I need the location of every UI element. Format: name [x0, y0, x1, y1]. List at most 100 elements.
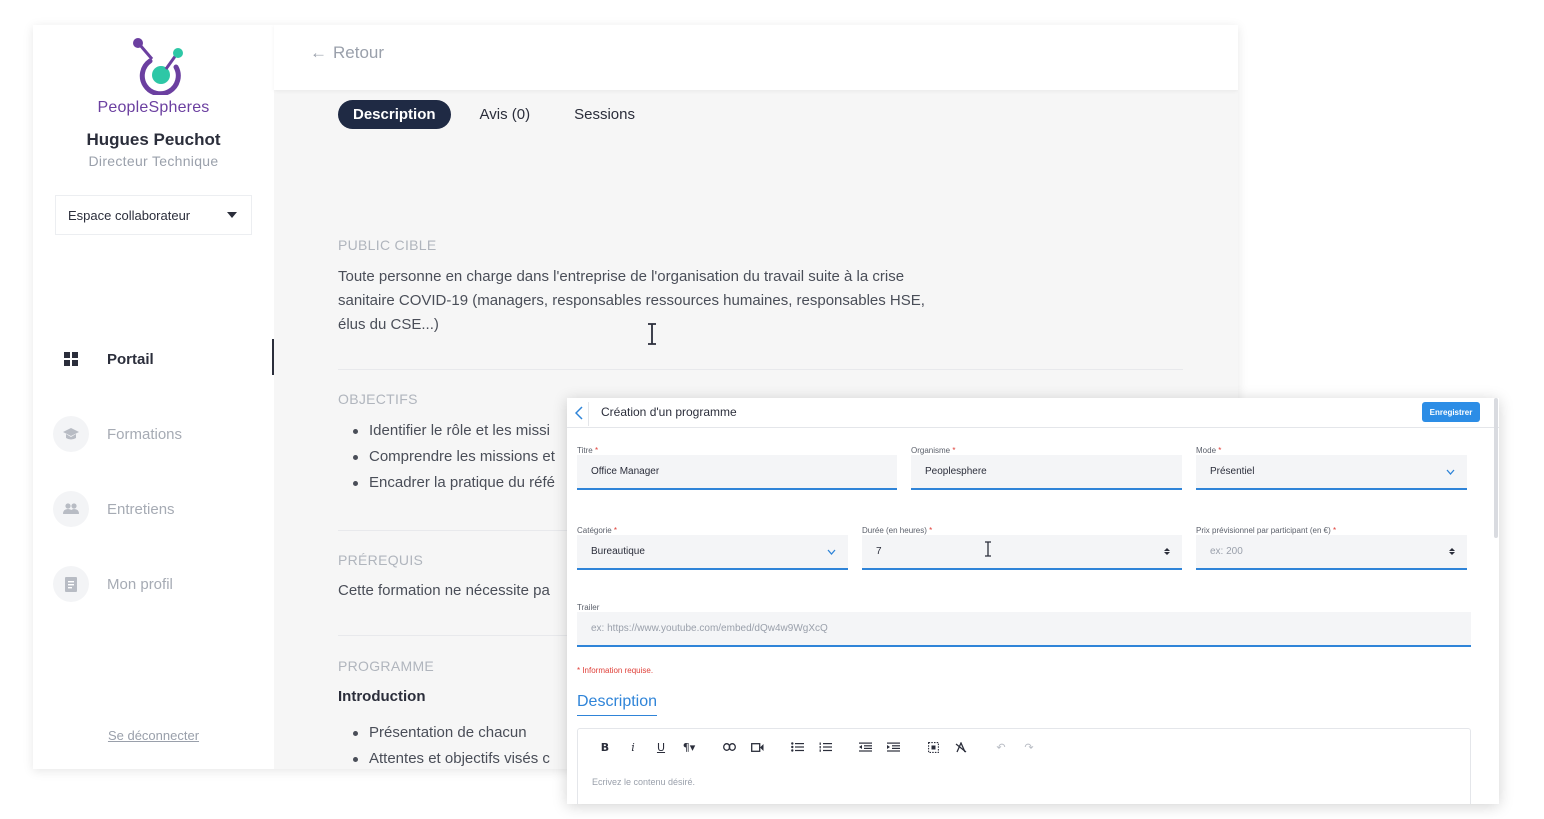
required-mark: * [613, 526, 618, 535]
titre-field[interactable]: Office Manager [577, 455, 897, 490]
user-role: Directeur Technique [88, 153, 219, 169]
dialog-header: Création d'un programme Enregistrer [567, 398, 1499, 428]
user-name: Hugues Peuchot [86, 130, 221, 149]
back-link-label: Retour [333, 43, 385, 62]
arrow-left-icon: ← [310, 43, 327, 62]
bold-icon[interactable]: B [594, 739, 616, 755]
indent-icon[interactable] [882, 739, 904, 755]
italic-icon[interactable]: i [622, 739, 644, 755]
required-mark: * [594, 446, 599, 455]
prerequis-text: Cette formation ne nécessite pa [338, 582, 550, 599]
list-item: Attentes et objectifs visés c [351, 746, 550, 769]
sidebar-item-portail[interactable]: Portail [53, 339, 274, 379]
prix-label: Prix prévisionnel par participant (en €)… [1196, 526, 1336, 535]
clear-format-icon[interactable] [950, 739, 972, 755]
chevron-left-icon[interactable] [571, 402, 587, 424]
paragraph-icon[interactable]: ¶▾ [678, 739, 700, 755]
undo-icon[interactable]: ↶ [990, 739, 1012, 755]
list-item: Présentation de chacun [351, 720, 550, 746]
mode-value: Présentiel [1210, 466, 1255, 477]
tab-description[interactable]: Description [338, 100, 451, 129]
chevron-down-icon [1446, 469, 1455, 475]
duree-stepper[interactable]: 7 [862, 535, 1182, 570]
public-cible-text: Toute personne en charge dans l'entrepri… [338, 265, 925, 337]
redo-icon[interactable]: ↷ [1018, 739, 1040, 755]
mode-select[interactable]: Présentiel [1196, 455, 1467, 490]
tab-avis[interactable]: Avis (0) [465, 100, 546, 129]
list-item: Identifier le rôle et les missi [351, 418, 555, 444]
label-text: Durée (en heures) [862, 526, 927, 535]
underline-icon[interactable]: U [650, 739, 672, 755]
sidebar-item-label: Mon profil [107, 575, 173, 593]
duree-label: Durée (en heures) * [862, 526, 932, 535]
bullet-list-icon[interactable] [786, 739, 808, 755]
categorie-select[interactable]: Bureautique [577, 535, 848, 570]
space-select-value: Espace collaborateur [68, 207, 191, 223]
rich-text-editor[interactable]: B i U ¶▾ ↶ ↷ Ecrivez le contenu désiré. [577, 728, 1471, 804]
chevron-down-icon [827, 549, 836, 555]
required-mark: * [1332, 526, 1337, 535]
required-mark: * [952, 446, 956, 455]
document-icon [53, 566, 89, 602]
sidebar-item-label: Portail [107, 350, 154, 368]
objectifs-list: Identifier le rôle et les missi Comprend… [351, 418, 555, 496]
duree-value: 7 [876, 546, 882, 557]
categorie-value: Bureautique [591, 546, 645, 557]
public-cible-line: élus du CSE...) [338, 316, 439, 333]
spinner-arrows-icon[interactable] [1449, 548, 1455, 555]
description-heading: Description [577, 693, 658, 716]
organisme-label: Organisme * [911, 446, 955, 455]
video-icon[interactable] [746, 739, 768, 755]
label-text: Titre [577, 446, 593, 455]
tabs: Description Avis (0) Sessions [338, 100, 664, 129]
peoplespheres-logo [133, 38, 183, 95]
categorie-label: Catégorie * [577, 526, 617, 535]
space-select[interactable]: Espace collaborateur [55, 195, 252, 235]
spinner-arrows-icon[interactable] [1164, 548, 1170, 555]
topbar: ← Retour [274, 25, 1238, 90]
back-link[interactable]: ← Retour [310, 43, 384, 63]
graduation-cap-icon [53, 416, 89, 452]
trailer-placeholder: ex: https://www.youtube.com/embed/dQw4w9… [591, 623, 828, 634]
select-all-icon[interactable] [922, 739, 944, 755]
link-icon[interactable] [718, 739, 740, 755]
divider [338, 369, 1183, 370]
save-button[interactable]: Enregistrer [1422, 402, 1480, 422]
public-cible-line: Toute personne en charge dans l'entrepri… [338, 268, 905, 285]
public-cible-heading: PUBLIC CIBLE [338, 237, 437, 253]
text-cursor-icon [985, 541, 991, 557]
programme-list: Présentation de chacun Attentes et objec… [351, 720, 550, 769]
mode-label: Mode * [1196, 446, 1221, 455]
text-cursor-icon [648, 323, 656, 345]
label-text: Catégorie [577, 526, 612, 535]
list-item: Encadrer la pratique du réfé [351, 470, 555, 496]
numbered-list-icon[interactable] [814, 739, 836, 755]
brand-name: PeopleSpheres [97, 99, 210, 116]
tab-sessions[interactable]: Sessions [559, 100, 650, 129]
trailer-field[interactable]: ex: https://www.youtube.com/embed/dQw4w9… [577, 612, 1471, 647]
sidebar-item-label: Formations [107, 425, 183, 443]
objectifs-heading: OBJECTIFS [338, 391, 418, 407]
list-item: Comprendre les missions et [351, 444, 555, 470]
editor-toolbar: B i U ¶▾ ↶ ↷ [594, 739, 1046, 755]
prix-stepper[interactable]: ex: 200 [1196, 535, 1467, 570]
caret-down-icon [227, 212, 237, 218]
divider [588, 402, 589, 426]
sidebar-item-mon-profil[interactable]: Mon profil [53, 564, 274, 604]
prix-placeholder: ex: 200 [1210, 546, 1243, 557]
titre-label: Titre * [577, 446, 598, 455]
programme-heading: PROGRAMME [338, 658, 435, 674]
trailer-label: Trailer [577, 603, 600, 612]
sidebar-item-formations[interactable]: Formations [53, 414, 274, 454]
scrollbar[interactable] [1494, 398, 1498, 538]
logout-link[interactable]: Se déconnecter [33, 728, 274, 743]
dialog-title: Création d'un programme [601, 405, 737, 419]
titre-value: Office Manager [591, 466, 660, 477]
sidebar-item-entretiens[interactable]: Entretiens [53, 489, 274, 529]
organisme-field[interactable]: Peoplesphere [911, 455, 1182, 490]
programme-intro: Introduction [338, 688, 426, 705]
required-note: * Information requise. [577, 666, 654, 675]
outdent-icon[interactable] [854, 739, 876, 755]
required-mark: * [929, 526, 933, 535]
sidebar: PeopleSpheres Hugues Peuchot Directeur T… [33, 25, 274, 769]
